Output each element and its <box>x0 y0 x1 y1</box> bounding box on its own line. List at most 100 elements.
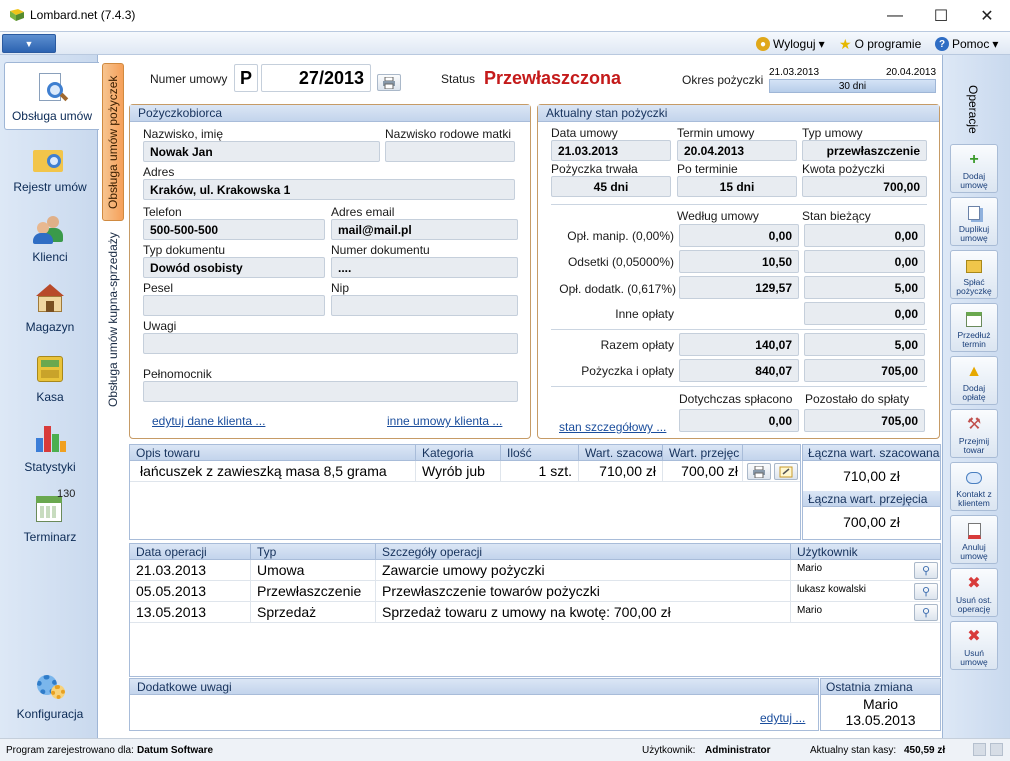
app-logo-icon <box>10 9 24 21</box>
nav-item-contracts[interactable]: Obsługa umów <box>4 62 99 130</box>
notes-field[interactable] <box>143 333 518 354</box>
col-header[interactable]: Typ <box>251 544 376 559</box>
nav-item-scheduler[interactable]: 130 Terminarz <box>4 482 96 550</box>
notes-label: Uwagi <box>143 319 177 333</box>
total-estimated-label: Łączna wart. szacowana <box>803 445 940 461</box>
view-operation-button[interactable]: ⚲ <box>914 562 938 579</box>
about-button[interactable]: ★ O programie <box>839 35 921 53</box>
remaining-value: 705,00 <box>804 409 925 432</box>
loan-amount-label: Kwota pożyczki <box>802 162 885 176</box>
magnifier-icon: ⚲ <box>921 607 931 619</box>
nip-label: Nip <box>331 281 350 295</box>
star-icon: ★ <box>839 35 852 52</box>
name-field[interactable]: Nowak Jan <box>143 141 380 162</box>
duplicate-contract-button[interactable]: Duplikuj umowę <box>950 197 998 246</box>
col-header[interactable]: Kategoria <box>416 445 501 460</box>
op-details: Zawarcie umowy pożyczki <box>376 560 791 580</box>
contact-client-button[interactable]: Kontakt z klientem <box>950 462 998 511</box>
print-item-button[interactable] <box>747 463 771 480</box>
nav-item-contract-registry[interactable]: Rejestr umów <box>4 132 96 200</box>
delete-contract-button[interactable]: ✖ Usuń umowę <box>950 621 998 670</box>
fee-current-value: 0,00 <box>804 250 925 273</box>
pay-icon <box>965 257 983 275</box>
chat-icon <box>965 469 983 487</box>
fee-current-value: 0,00 <box>804 224 925 247</box>
paid-label: Dotychczas spłacono <box>679 392 793 406</box>
close-button[interactable]: ✕ <box>964 0 1010 31</box>
phone-field[interactable]: 500-500-500 <box>143 219 325 240</box>
logout-button[interactable]: ● Wyloguj ▾ <box>756 35 825 53</box>
doc-type-field[interactable]: Dowód osobisty <box>143 257 325 278</box>
table-row[interactable]: 13.05.2013 Sprzedaż Sprzedaż towaru z um… <box>130 602 940 623</box>
view-operation-button[interactable]: ⚲ <box>914 604 938 621</box>
add-fee-button[interactable]: ▲ Dodaj opłatę <box>950 356 998 405</box>
op-date: 05.05.2013 <box>130 581 251 601</box>
maximize-button[interactable]: ☐ <box>918 0 964 31</box>
table-row[interactable]: łańcuszek z zawieszką masa 8,5 grama Wyr… <box>130 461 800 482</box>
proxy-field[interactable] <box>143 381 518 402</box>
contract-prefix-field[interactable]: P <box>234 64 258 92</box>
help-label: Pomoc <box>952 37 990 51</box>
col-contract-label: Według umowy <box>677 209 759 223</box>
fee-contract-value: 129,57 <box>679 276 799 299</box>
nav-item-clients[interactable]: Klienci <box>4 202 96 270</box>
print-contract-button[interactable] <box>377 74 401 91</box>
nip-field[interactable] <box>331 295 518 316</box>
duration-label: Pożyczka trwała <box>551 162 638 176</box>
dropdown-arrow-icon: ▼ <box>24 38 34 49</box>
mother-name-field[interactable] <box>385 141 515 162</box>
edit-notes-link[interactable]: edytuj ... <box>760 711 805 725</box>
last-change-date: 13.05.2013 <box>845 712 916 728</box>
col-header[interactable]: Użytkownik <box>791 544 940 559</box>
other-contracts-link[interactable]: inne umowy klienta ... <box>387 414 502 428</box>
op-type: Umowa <box>251 560 376 580</box>
op-label: Spłać pożyczkę <box>956 277 992 296</box>
pesel-field[interactable] <box>143 295 325 316</box>
nav-label: Terminarz <box>23 530 77 544</box>
total-fees-contract: 140,07 <box>679 333 799 356</box>
col-header[interactable]: Data operacji <box>130 544 251 559</box>
add-contract-button[interactable]: + Dodaj umowę <box>950 144 998 193</box>
edit-client-link[interactable]: edytuj dane klienta ... <box>152 414 265 428</box>
col-header[interactable]: Szczegóły operacji <box>376 544 791 559</box>
operations-title: Operacje <box>966 84 980 134</box>
nav-item-statistics[interactable]: Statystyki <box>4 412 96 480</box>
delete-last-operation-button[interactable]: ✖ Usuń ost. operację <box>950 568 998 617</box>
address-label: Adres <box>143 165 175 179</box>
cancel-contract-button[interactable]: Anuluj umowę <box>950 515 998 564</box>
view-operation-button[interactable]: ⚲ <box>914 583 938 600</box>
nav-item-warehouse[interactable]: Magazyn <box>4 272 96 340</box>
col-header[interactable]: Wart. przejęc <box>663 445 743 460</box>
repay-loan-button[interactable]: Spłać pożyczkę <box>950 250 998 299</box>
col-header[interactable]: Wart. szacowa <box>579 445 663 460</box>
tab-loan-contracts[interactable]: Obsługa umów pożyczek <box>102 63 124 221</box>
op-label: Przejmij towar <box>958 436 990 455</box>
nav-item-settings[interactable]: Konfiguracja <box>4 659 96 727</box>
take-over-goods-button[interactable]: ⚒ Przejmij towar <box>950 409 998 458</box>
table-row[interactable]: 21.03.2013 Umowa Zawarcie umowy pożyczki… <box>130 560 940 581</box>
email-label: Adres email <box>331 205 395 219</box>
minimize-button[interactable]: — <box>872 0 918 31</box>
email-field[interactable]: mail@mail.pl <box>331 219 518 240</box>
op-user: Mario <box>797 605 823 616</box>
item-takeover-value: 700,00 zł <box>663 461 743 481</box>
detailed-status-link[interactable]: stan szczegółowy ... <box>559 420 666 434</box>
op-user: Mario <box>797 563 823 574</box>
col-header[interactable]: Ilość <box>501 445 579 460</box>
help-button[interactable]: ? Pomoc ▾ <box>935 35 998 53</box>
item-category: Wyrób jub <box>416 461 501 481</box>
nav-item-cash[interactable]: Kasa <box>4 342 96 410</box>
last-change-user: Mario <box>862 696 898 712</box>
main-menu-button[interactable]: ▼ <box>2 34 56 53</box>
tab-purchase-contracts[interactable]: Obsługa umów kupna-sprzedaży <box>102 225 124 415</box>
address-field[interactable]: Kraków, ul. Krakowska 1 <box>143 179 515 200</box>
doc-number-field[interactable]: .... <box>331 257 518 278</box>
registered-value: Datum Software <box>137 745 214 756</box>
col-header[interactable]: Opis towaru <box>130 445 416 460</box>
table-row[interactable]: 05.05.2013 Przewłaszczenie Przewłaszczen… <box>130 581 940 602</box>
contract-number-field[interactable]: 27/2013 <box>261 64 371 92</box>
op-label: Duplikuj umowę <box>958 224 990 243</box>
status-value: Przewłaszczona <box>484 68 622 88</box>
extend-term-button[interactable]: Przedłuż termin <box>950 303 998 352</box>
edit-item-button[interactable] <box>774 463 798 480</box>
